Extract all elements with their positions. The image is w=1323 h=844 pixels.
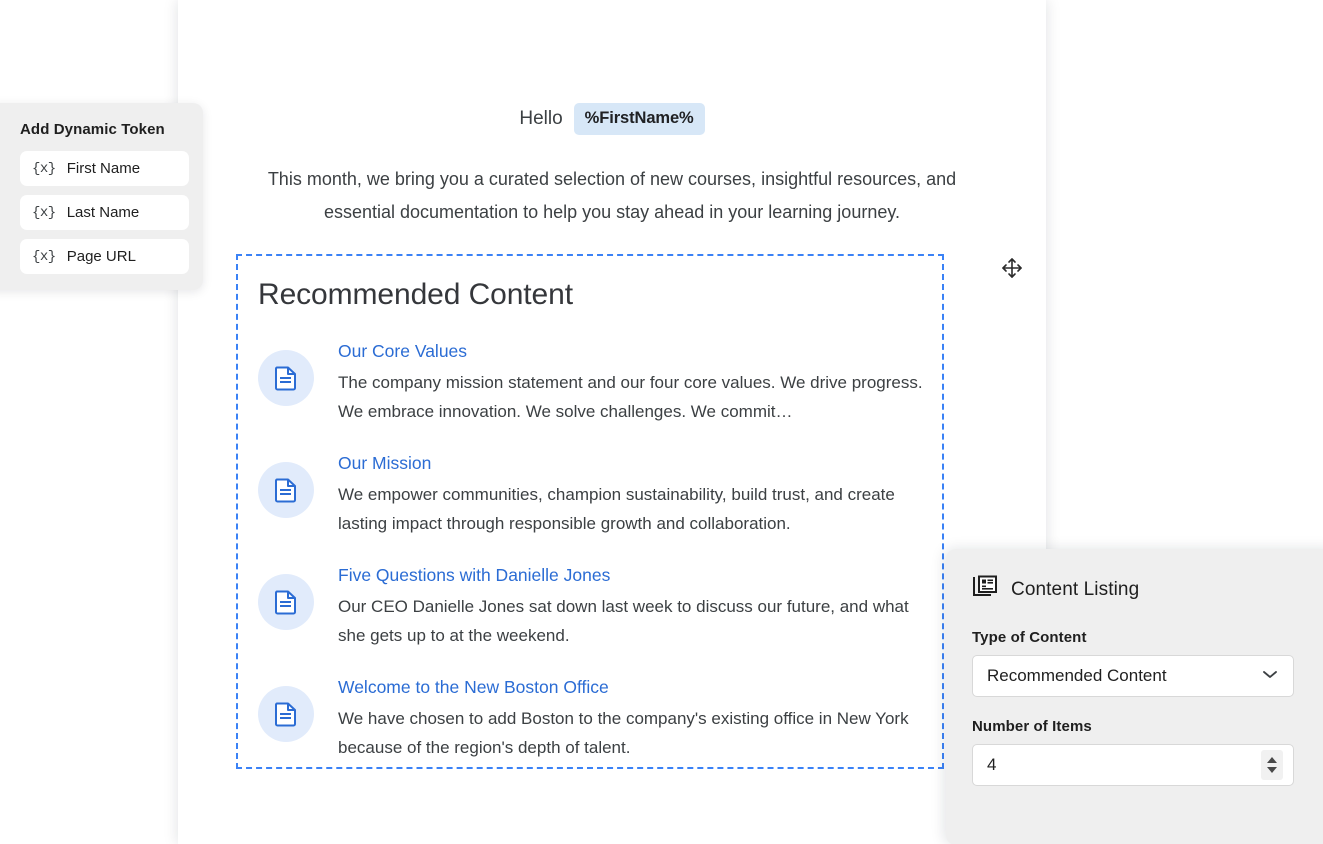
list-item-title[interactable]: Five Questions with Danielle Jones — [338, 562, 928, 588]
number-of-items-input[interactable]: 4 — [972, 744, 1294, 786]
token-item-label: First Name — [66, 160, 141, 177]
list-item-description: Our CEO Danielle Jones sat down last wee… — [338, 597, 909, 645]
settings-panel-header: Content Listing — [972, 575, 1308, 604]
number-of-items-field: Number of Items 4 — [972, 718, 1308, 786]
content-listing-block[interactable]: Recommended Content Our Core Values The … — [236, 254, 944, 769]
content-block-title: Recommended Content — [258, 278, 573, 311]
document-icon — [258, 462, 314, 518]
list-item-description: We have chosen to add Boston to the comp… — [338, 709, 909, 757]
greeting-row: Hello %FirstName% — [178, 103, 1046, 135]
list-item[interactable]: Five Questions with Danielle Jones Our C… — [258, 560, 928, 650]
list-item[interactable]: Welcome to the New Boston Office We have… — [258, 672, 928, 762]
dynamic-token-panel: Add Dynamic Token {x} First Name {x} Las… — [0, 103, 203, 290]
content-listing-settings-panel: Content Listing Type of Content Recommen… — [946, 549, 1323, 844]
type-of-content-value: Recommended Content — [987, 666, 1167, 685]
type-of-content-field: Type of Content Recommended Content — [972, 629, 1308, 697]
token-variable-icon: {x} — [32, 248, 56, 265]
token-variable-icon: {x} — [32, 204, 56, 221]
document-icon — [258, 350, 314, 406]
token-item-last-name[interactable]: {x} Last Name — [20, 195, 189, 230]
token-item-label: Last Name — [66, 204, 140, 221]
type-of-content-label: Type of Content — [972, 629, 1087, 646]
app-root: Hello %FirstName% This month, we bring y… — [0, 0, 1323, 844]
token-variable-icon: {x} — [32, 160, 56, 177]
chevron-down-icon — [1261, 667, 1279, 685]
token-item-first-name[interactable]: {x} First Name — [20, 151, 189, 186]
list-item-body: Welcome to the New Boston Office We have… — [338, 672, 928, 762]
greeting-text: Hello — [519, 108, 563, 129]
number-of-items-value: 4 — [987, 755, 997, 774]
email-canvas: Hello %FirstName% This month, we bring y… — [178, 0, 1046, 844]
quantity-stepper[interactable] — [1261, 750, 1283, 780]
stepper-up-icon[interactable] — [1267, 757, 1277, 763]
content-listing-icon — [972, 575, 998, 604]
list-item[interactable]: Our Core Values The company mission stat… — [258, 336, 928, 426]
token-item-page-url[interactable]: {x} Page URL — [20, 239, 189, 274]
dynamic-token-badge[interactable]: %FirstName% — [573, 103, 705, 135]
list-item-body: Five Questions with Danielle Jones Our C… — [338, 560, 928, 650]
list-item-body: Our Mission We empower communities, cham… — [338, 448, 928, 538]
intro-paragraph: This month, we bring you a curated selec… — [267, 169, 957, 222]
list-item-description: We empower communities, champion sustain… — [338, 485, 895, 533]
number-of-items-label: Number of Items — [972, 718, 1092, 735]
stepper-down-icon[interactable] — [1267, 767, 1277, 773]
content-item-list: Our Core Values The company mission stat… — [258, 336, 928, 762]
type-of-content-select[interactable]: Recommended Content — [972, 655, 1294, 697]
document-icon — [258, 686, 314, 742]
list-item-body: Our Core Values The company mission stat… — [338, 336, 928, 426]
list-item[interactable]: Our Mission We empower communities, cham… — [258, 448, 928, 538]
settings-panel-title: Content Listing — [1011, 578, 1140, 600]
dynamic-token-panel-title: Add Dynamic Token — [20, 121, 165, 138]
list-item-description: The company mission statement and our fo… — [338, 373, 923, 421]
list-item-title[interactable]: Our Core Values — [338, 338, 928, 364]
token-item-label: Page URL — [66, 248, 136, 265]
list-item-title[interactable]: Our Mission — [338, 450, 928, 476]
document-icon — [258, 574, 314, 630]
list-item-title[interactable]: Welcome to the New Boston Office — [338, 674, 928, 700]
move-arrows-icon[interactable] — [1000, 256, 1024, 280]
